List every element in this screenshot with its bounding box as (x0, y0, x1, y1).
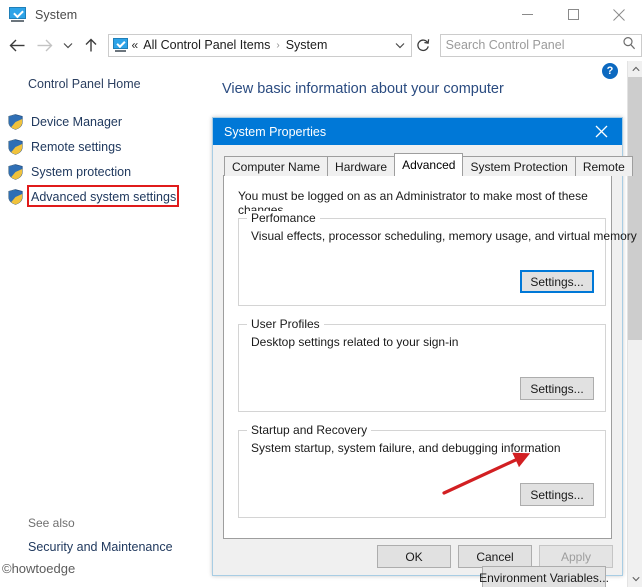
dialog-body: Computer Name Hardware Advanced System P… (213, 145, 637, 587)
search-icon[interactable] (622, 36, 636, 55)
breadcrumb-separator-icon: › (276, 39, 280, 51)
tab-label: System Protection (470, 159, 568, 174)
button-label: Apply (560, 549, 592, 564)
dialog-tabstrip: Computer Name Hardware Advanced System P… (224, 153, 633, 176)
startup-and-recovery-group: Startup and Recovery System startup, sys… (238, 423, 606, 518)
sidebar-task-list: Device Manager Remote settings System pr… (8, 109, 208, 209)
see-also-link-security-and-maintenance[interactable]: Security and Maintenance (28, 540, 173, 554)
tab-system-protection[interactable]: System Protection (462, 156, 576, 176)
tab-label: Remote (582, 159, 625, 174)
button-label: Settings... (530, 274, 584, 289)
window-controls (504, 0, 642, 29)
group-legend: User Profiles (247, 317, 324, 331)
sidebar-item-device-manager[interactable]: Device Manager (8, 109, 208, 134)
environment-variables-button[interactable]: Environment Variables... (479, 566, 609, 587)
shield-icon (8, 163, 23, 180)
sidebar-item-label: Device Manager (31, 114, 123, 129)
sidebar-item-label: Advanced system settings (31, 189, 177, 204)
cancel-button[interactable]: Cancel (458, 545, 532, 568)
group-legend: Perfomance (247, 211, 320, 225)
close-button[interactable] (596, 0, 642, 29)
sidebar-item-advanced-system-settings[interactable]: Advanced system settings (8, 184, 208, 209)
vertical-scrollbar[interactable] (627, 61, 642, 587)
tab-computer-name[interactable]: Computer Name (224, 156, 329, 176)
tab-advanced[interactable]: Advanced (394, 153, 464, 176)
button-label: Settings... (530, 487, 584, 502)
window-titlebar: System (0, 0, 642, 29)
shield-icon (8, 113, 23, 130)
system-monitor-icon (9, 6, 26, 23)
dialog-close-button[interactable] (580, 118, 622, 145)
system-properties-dialog: System Properties Computer Name Hardware… (212, 117, 637, 587)
refresh-icon[interactable] (412, 34, 433, 57)
back-arrow-icon[interactable] (4, 30, 31, 60)
control-panel-icon (112, 37, 128, 53)
tab-hardware[interactable]: Hardware (327, 156, 396, 176)
navigation-bar: « All Control Panel Items › System Searc… (0, 29, 642, 61)
dialog-titlebar: System Properties (213, 118, 622, 145)
scrollbar-thumb[interactable] (628, 77, 642, 340)
system-control-panel-window: System « All Control Panel Items › Syste… (0, 0, 642, 587)
page-title: View basic information about your comput… (222, 81, 504, 97)
minimize-button[interactable] (504, 0, 550, 29)
group-description: Visual effects, processor scheduling, me… (251, 229, 637, 243)
performance-settings-button[interactable]: Settings... (520, 270, 594, 293)
dialog-title: System Properties (224, 124, 327, 139)
breadcrumb-item-all-control-panel-items[interactable]: All Control Panel Items (142, 38, 271, 52)
user-profiles-group: User Profiles Desktop settings related t… (238, 317, 606, 412)
button-label: Settings... (530, 381, 584, 396)
group-legend: Startup and Recovery (247, 423, 372, 437)
address-chevron-down-icon[interactable] (391, 42, 409, 49)
sidebar-item-label: System protection (31, 164, 132, 179)
forward-arrow-icon (31, 30, 58, 60)
performance-group: Perfomance Visual effects, processor sch… (238, 211, 637, 306)
shield-icon (8, 138, 23, 155)
shield-icon (8, 188, 23, 205)
button-label: OK (405, 549, 423, 564)
address-bar[interactable]: « All Control Panel Items › System (107, 33, 413, 57)
scroll-up-icon[interactable] (628, 61, 642, 77)
user-profiles-settings-button[interactable]: Settings... (520, 377, 594, 400)
button-label: Environment Variables... (479, 570, 609, 585)
advanced-tab-panel: You must be logged on as an Administrato… (223, 175, 637, 587)
recent-locations-chevron-down-icon[interactable] (59, 30, 79, 60)
apply-button: Apply (539, 545, 613, 568)
tab-label: Advanced (402, 158, 456, 172)
control-panel-home-link[interactable]: Control Panel Home (28, 77, 141, 91)
up-arrow-icon[interactable] (78, 30, 103, 60)
maximize-button[interactable] (550, 0, 596, 29)
group-description: System startup, system failure, and debu… (251, 441, 561, 455)
tab-label: Computer Name (232, 159, 321, 174)
dialog-footer: OK Cancel Apply (213, 545, 624, 568)
watermark: ©howtoedge (2, 561, 76, 576)
breadcrumb-overflow[interactable]: « (132, 38, 139, 52)
scroll-down-icon[interactable] (628, 571, 642, 587)
group-description: Desktop settings related to your sign-in (251, 335, 459, 349)
search-input[interactable]: Search Control Panel (439, 33, 642, 57)
startup-recovery-settings-button[interactable]: Settings... (520, 483, 594, 506)
breadcrumb-item-system[interactable]: System (285, 38, 329, 52)
button-label: Cancel (476, 549, 514, 564)
tab-label: Hardware (335, 159, 388, 174)
ok-button[interactable]: OK (377, 545, 451, 568)
help-icon[interactable]: ? (602, 63, 618, 79)
window-title: System (35, 7, 78, 22)
see-also-heading: See also (28, 516, 75, 530)
search-placeholder: Search Control Panel (445, 38, 565, 52)
tab-remote[interactable]: Remote (574, 156, 633, 176)
sidebar-item-remote-settings[interactable]: Remote settings (8, 134, 208, 159)
sidebar-item-label: Remote settings (31, 139, 122, 154)
left-navigation-pane: Control Panel Home Device Manager Remote… (0, 61, 213, 587)
sidebar-item-system-protection[interactable]: System protection (8, 159, 208, 184)
